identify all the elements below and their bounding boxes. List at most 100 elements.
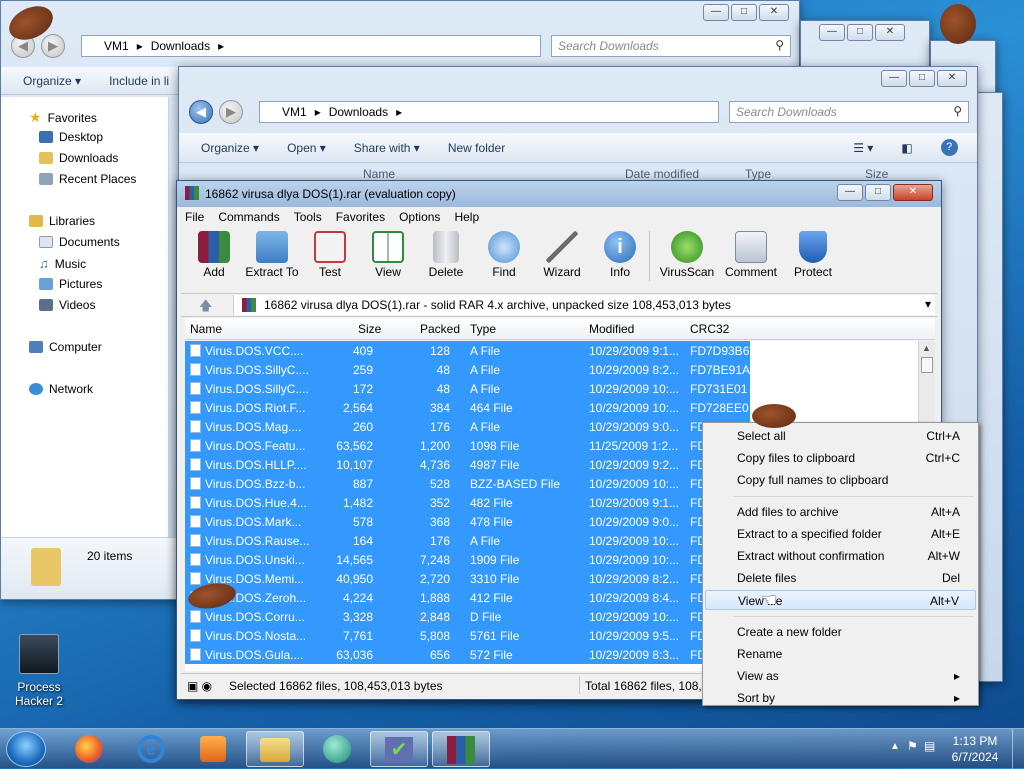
scroll-up-arrow[interactable]: ▲ [922,343,931,353]
table-row[interactable]: Virus.DOS.Riot.F... 2,564 384 464 File 10/29… [185,398,918,417]
help-icon[interactable]: ? [940,139,958,156]
tool-virusscan-button[interactable]: VirusScan [655,227,719,279]
col-modified[interactable]: Modified [589,322,634,336]
up-folder-icon[interactable]: 🡅 [199,297,212,319]
close-button[interactable]: ✕ [937,70,967,87]
tool-add-button[interactable]: Add [185,227,243,279]
tool-find-button[interactable]: Find [475,227,533,279]
share-with-button[interactable]: Share with ▾ [354,141,420,155]
col-packed[interactable]: Packed [420,322,460,336]
view-options-icon[interactable]: ☰ ▾ [853,141,873,155]
close-button[interactable]: ✕ [759,4,789,21]
menu-file[interactable]: File [185,210,204,224]
menu-item-rename[interactable]: Rename [705,644,976,664]
taskbar-checker-button[interactable]: ✔ [370,731,428,767]
menu-item-copy-files-to-clipboard[interactable]: Copy files to clipboard Ctrl+C [705,448,976,468]
menu-item-create-a-new-folder[interactable]: Create a new folder [705,622,976,642]
menu-item-copy-full-names-to-clipboard[interactable]: Copy full names to clipboard [705,470,976,490]
process-hacker-desktop-icon[interactable]: Process Hacker 2 [6,634,72,714]
menu-tools[interactable]: Tools [294,210,322,224]
menu-help[interactable]: Help [454,210,479,224]
tool-test-button[interactable]: Test [301,227,359,279]
tray-network-icon[interactable]: ▤ [924,739,935,753]
tool-comment-button[interactable]: Comment [719,227,783,279]
taskbar-app-button[interactable] [308,731,366,767]
minimize-button[interactable]: — [881,70,907,87]
search-input[interactable]: Search Downloads ⚲ [729,101,969,123]
nav-favorites[interactable]: ★ Favorites [29,109,97,126]
organize-button[interactable]: Organize ▾ [201,141,259,155]
maximize-button[interactable]: □ [847,24,873,41]
taskbar-winrar-button[interactable] [432,731,490,767]
nav-downloads[interactable]: Downloads [39,151,118,165]
tool-info-button[interactable]: i Info [591,227,649,279]
header-type[interactable]: Type [745,167,771,181]
col-type[interactable]: Type [470,322,496,336]
maximize-button[interactable]: □ [731,4,757,21]
preview-pane-icon[interactable]: ◧ [901,141,912,155]
search-input[interactable]: Search Downloads ⚲ [551,35,791,57]
nav-recent-places[interactable]: Recent Places [39,172,136,186]
address-bar[interactable]: VM1 ▸ Downloads ▸ [81,35,541,57]
address-bar[interactable]: VM1 ▸ Downloads ▸ [259,101,719,123]
header-date[interactable]: Date modified [625,167,699,181]
nav-documents[interactable]: Documents [39,235,120,249]
minimize-button[interactable]: — [819,24,845,41]
tray-flag-icon[interactable]: ⚑ [907,739,918,753]
taskbar-explorer-button[interactable] [246,731,304,767]
minimize-button[interactable]: — [703,4,729,21]
taskbar-media-player-button[interactable] [184,731,242,767]
tray-show-hidden-icon[interactable]: ▲ [890,741,900,752]
scroll-thumb[interactable] [921,357,933,373]
menu-item-view-file[interactable]: View file Alt+V [705,590,976,610]
tool-extract-to-button[interactable]: Extract To [243,227,301,279]
minimize-button[interactable]: — [837,184,863,201]
tool-delete-button[interactable]: Delete [417,227,475,279]
forward-button[interactable]: ▶ [219,100,243,124]
taskbar-ie-button[interactable]: e [122,731,180,767]
archive-path-dropdown[interactable]: 16862 virusa dlya DOS(1).rar - solid RAR… [233,295,935,315]
start-button[interactable] [6,731,46,767]
menu-item-view-as[interactable]: View as ▸ [705,666,976,686]
address-crumb-downloads[interactable]: Downloads [151,39,210,53]
menu-commands[interactable]: Commands [218,210,279,224]
tool-wizard-button[interactable]: Wizard [533,227,591,279]
show-desktop-button[interactable] [1012,729,1024,769]
maximize-button[interactable]: □ [909,70,935,87]
col-name[interactable]: Name [190,322,222,336]
tool-protect-button[interactable]: Protect [783,227,843,279]
nav-desktop[interactable]: Desktop [39,130,103,144]
menu-options[interactable]: Options [399,210,440,224]
nav-pictures[interactable]: Pictures [39,277,102,291]
nav-music[interactable]: ♫ Music [39,256,86,271]
nav-videos[interactable]: Videos [39,298,95,312]
header-size[interactable]: Size [865,167,888,181]
maximize-button[interactable]: □ [865,184,891,201]
address-crumb-vm1[interactable]: VM1 [282,105,307,119]
menu-item-delete-files[interactable]: Delete files Del [705,568,976,588]
close-button[interactable]: ✕ [875,24,905,41]
new-folder-button[interactable]: New folder [448,141,505,155]
nav-computer[interactable]: Computer [29,340,102,354]
menu-item-sort-by[interactable]: Sort by ▸ [705,688,976,708]
nav-network[interactable]: Network [29,382,93,396]
table-row[interactable]: Virus.DOS.SillyC.... 259 48 A File 10/29/200… [185,360,918,379]
organize-button[interactable]: Organize ▾ [23,74,81,88]
forward-button[interactable]: ▶ [41,34,65,58]
nav-libraries[interactable]: Libraries [29,214,95,228]
menu-item-select-all[interactable]: Select all Ctrl+A [705,426,976,446]
chevron-down-icon[interactable]: ▾ [925,297,931,311]
header-name[interactable]: Name [363,167,395,181]
menu-item-add-files-to-archive[interactable]: Add files to archive Alt+A [705,502,976,522]
menu-item-extract-to-a-specified-folder[interactable]: Extract to a specified folder Alt+E [705,524,976,544]
back-button[interactable]: ◀ [189,100,213,124]
menu-favorites[interactable]: Favorites [336,210,385,224]
clock[interactable]: 1:13 PM 6/7/2024 [944,733,1006,765]
col-size[interactable]: Size [358,322,381,336]
taskbar-firefox-button[interactable] [60,731,118,767]
close-button[interactable]: ✕ [893,184,933,201]
col-crc32[interactable]: CRC32 [690,322,729,336]
address-crumb-downloads[interactable]: Downloads [329,105,388,119]
open-button[interactable]: Open ▾ [287,141,326,155]
address-crumb-vm1[interactable]: VM1 [104,39,129,53]
